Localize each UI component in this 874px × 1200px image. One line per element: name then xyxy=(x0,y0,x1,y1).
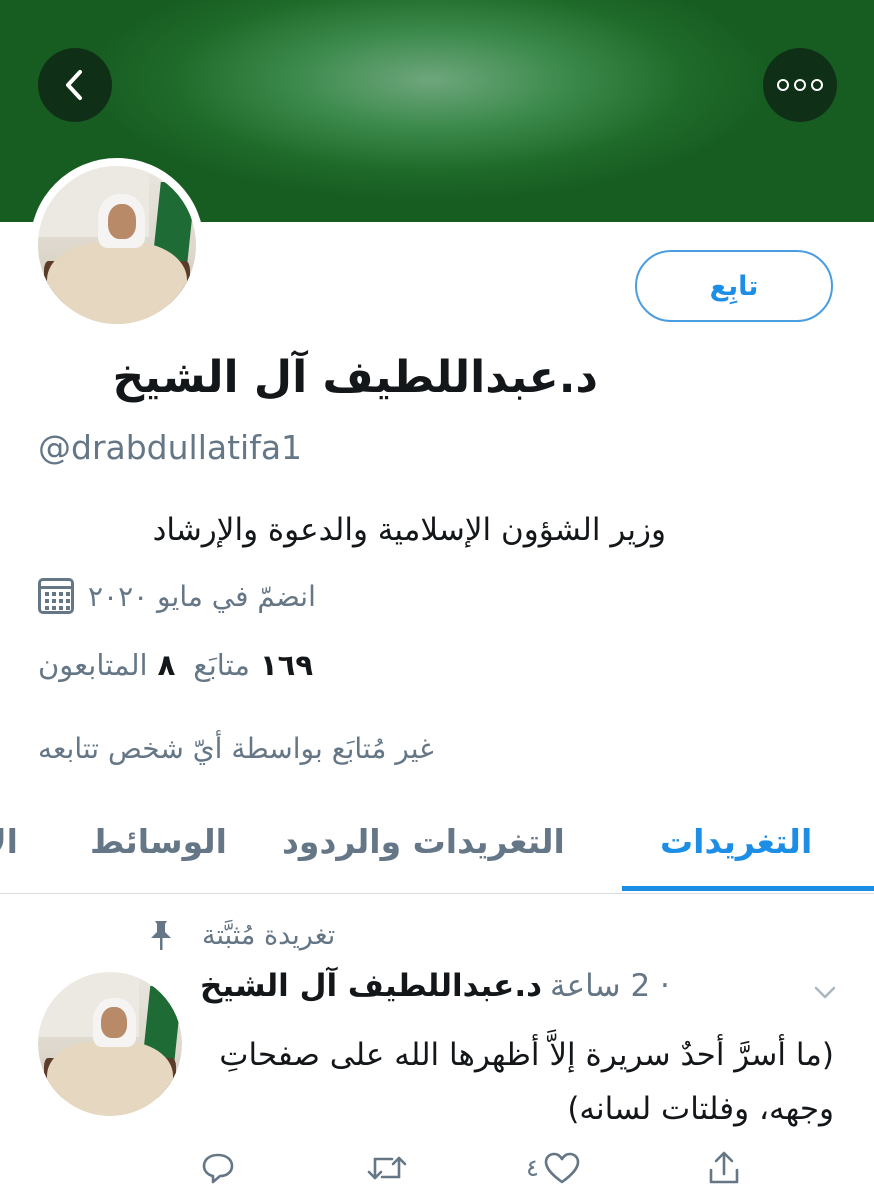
tab-media[interactable]: الوسائط xyxy=(90,822,227,861)
joined-text: انضمّ في مايو ٢٠٢٠ xyxy=(88,579,316,613)
more-options-button[interactable] xyxy=(763,48,837,122)
like-button[interactable]: ٤ xyxy=(526,1146,581,1190)
pin-icon xyxy=(151,921,171,950)
back-arrow-icon xyxy=(66,70,82,100)
tab-tweets[interactable]: التغريدات xyxy=(660,822,812,861)
followers-label: المتابعون xyxy=(38,648,148,682)
profile-bio: وزير الشؤون الإسلامية والدعوة والإرشاد xyxy=(152,512,666,548)
active-tab-indicator xyxy=(622,886,874,891)
share-button[interactable] xyxy=(706,1146,742,1190)
back-button[interactable] xyxy=(38,48,112,122)
more-icon xyxy=(777,79,823,91)
following-label: متابَع xyxy=(193,648,250,682)
share-icon xyxy=(709,1151,739,1184)
profile-tabs: التغريدات التغريدات والردود الوسائط الإع… xyxy=(0,806,874,894)
joined-date: انضمّ في مايو ٢٠٢٠ xyxy=(38,576,316,616)
tweet-avatar[interactable] xyxy=(38,972,182,1116)
retweet-icon xyxy=(367,1156,407,1180)
tweet-header: د.عبداللطيف آل الشيخ · 2 ساعة xyxy=(200,968,670,1004)
followers-count: ٨ xyxy=(157,648,176,682)
like-count: ٤ xyxy=(526,1154,539,1182)
tweet-text: (ما أسرَّ أحدٌ سريرة إلاَّ أظهرها الله ع… xyxy=(219,1037,834,1127)
tweet-author-name[interactable]: د.عبداللطيف آل الشيخ xyxy=(200,968,542,1004)
reply-button[interactable] xyxy=(200,1146,236,1190)
retweet-button[interactable] xyxy=(366,1146,408,1190)
follow-counts: ١٦٩ متابَع ٨ المتابعون xyxy=(38,648,313,682)
calendar-icon xyxy=(38,578,74,614)
chevron-down-icon[interactable] xyxy=(812,980,838,1006)
tab-likes[interactable]: الإعجابات xyxy=(0,822,18,861)
tweet-timestamp: · 2 ساعة xyxy=(550,968,670,1004)
profile-avatar[interactable] xyxy=(30,158,204,332)
avatar-image xyxy=(38,972,182,1116)
profile-handle: @drabdullatifa1 xyxy=(38,428,303,467)
pinned-label: تغريدة مُثبَّتة xyxy=(202,919,336,951)
tab-tweets-replies[interactable]: التغريدات والردود xyxy=(282,822,565,861)
following-link[interactable]: ١٦٩ متابَع xyxy=(193,648,313,682)
heart-icon xyxy=(544,1152,580,1184)
not-followed-note: غير مُتابَع بواسطة أيّ شخص تتابعه xyxy=(38,732,434,765)
reply-icon xyxy=(202,1153,234,1184)
avatar-image xyxy=(38,166,196,324)
following-count: ١٦٩ xyxy=(259,648,314,682)
profile-name: د.عبداللطيف آل الشيخ xyxy=(112,352,598,403)
followers-link[interactable]: ٨ المتابعون xyxy=(38,648,175,682)
pinned-indicator: تغريدة مُثبَّتة xyxy=(148,918,335,952)
tweet-actions: ٤ xyxy=(0,1146,874,1190)
follow-button[interactable]: تابِع xyxy=(635,250,833,322)
